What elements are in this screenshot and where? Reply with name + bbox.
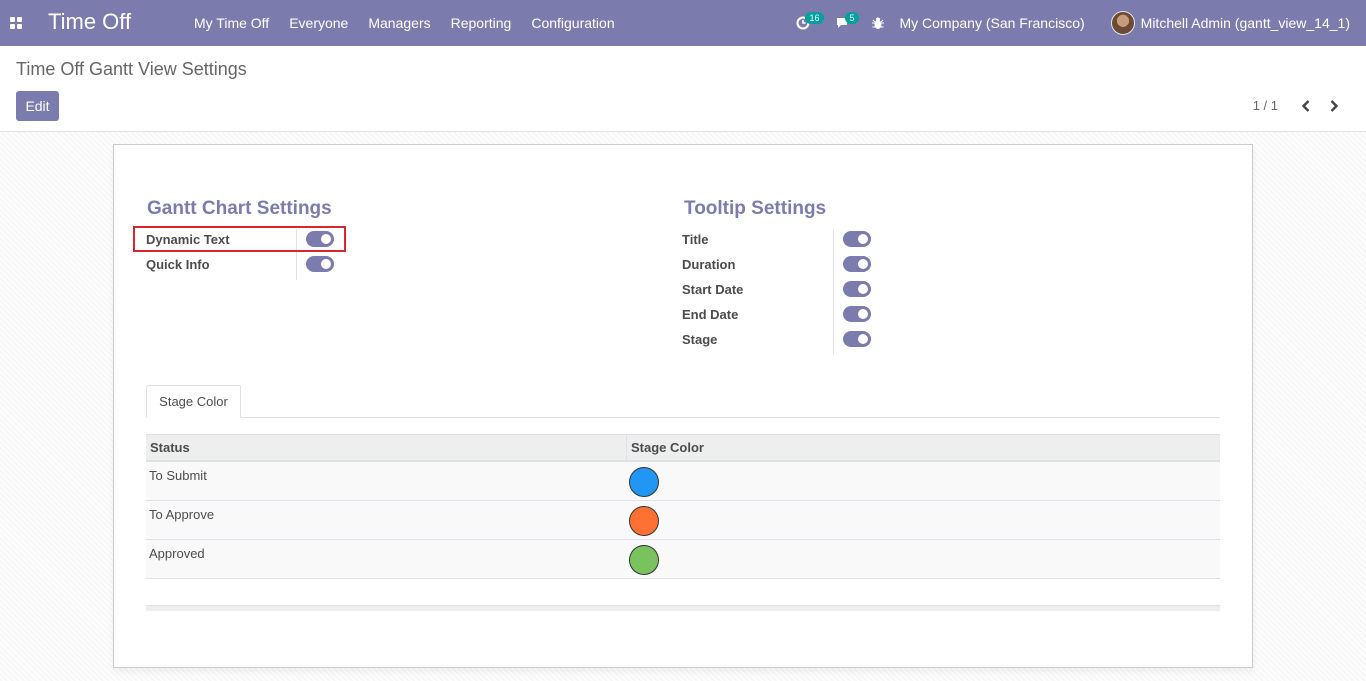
dynamic-text-highlight (133, 226, 346, 252)
quick-info-toggle[interactable] (306, 256, 334, 272)
app-title[interactable]: Time Off (48, 9, 131, 35)
tooltip-end-date-row: End Date (682, 302, 738, 327)
quick-info-label: Quick Info (146, 257, 210, 272)
menu-item-configuration[interactable]: Configuration (521, 0, 624, 46)
pager-value[interactable]: 1 / 1 (1253, 98, 1278, 113)
tooltip-title-toggle[interactable] (843, 231, 871, 247)
menu-item-everyone[interactable]: Everyone (279, 0, 358, 46)
chevron-right-icon (1330, 100, 1339, 112)
stage-color-swatch[interactable] (629, 467, 659, 497)
tooltip-start-date-toggle[interactable] (843, 281, 871, 297)
tooltip-title-label: Title (682, 232, 709, 247)
tooltip-settings-title: Tooltip Settings (684, 198, 827, 219)
stage-color-table: Status Stage Color To Submit To Approve … (146, 434, 1220, 579)
notebook-tabs: Stage Color (146, 385, 1220, 418)
messaging-menu[interactable]: 5 (823, 0, 863, 46)
column-header-stage-color[interactable]: Stage Color (627, 435, 704, 461)
main-menu: My Time Off Everyone Managers Reporting … (184, 0, 625, 46)
gantt-settings-title: Gantt Chart Settings (147, 198, 332, 219)
stage-color-swatch[interactable] (629, 506, 659, 536)
tooltip-duration-row: Duration (682, 252, 735, 277)
tooltip-start-date-label: Start Date (682, 282, 744, 297)
quick-info-label-row: Quick Info (146, 252, 210, 277)
systray: 16 5 My Company (San Francisco) Mitchell… (783, 0, 1366, 46)
table-row[interactable]: Approved (146, 540, 1220, 579)
tooltip-settings-divider (833, 229, 834, 355)
control-panel: Time Off Gantt View Settings Edit 1 / 1 (0, 46, 1366, 132)
edit-button[interactable]: Edit (16, 91, 59, 121)
tab-stage-color[interactable]: Stage Color (146, 385, 241, 418)
avatar (1110, 11, 1135, 35)
activity-menu[interactable]: 16 (783, 0, 824, 46)
table-row[interactable]: To Approve (146, 501, 1220, 540)
apps-menu-icon[interactable] (10, 17, 22, 29)
table-footer (146, 605, 1220, 611)
tooltip-stage-label: Stage (682, 332, 718, 347)
pager-previous-button[interactable] (1296, 96, 1316, 116)
tooltip-start-date-row: Start Date (682, 277, 743, 302)
pager-next-button[interactable] (1324, 96, 1344, 116)
breadcrumb: Time Off Gantt View Settings (16, 59, 247, 79)
user-name: Mitchell Admin (gantt_view_14_1) (1140, 15, 1350, 31)
tooltip-end-date-toggle[interactable] (843, 306, 871, 322)
debug-menu[interactable] (863, 0, 893, 46)
status-cell: To Approve (149, 507, 215, 522)
menu-item-my-time-off[interactable]: My Time Off (184, 0, 279, 46)
tooltip-stage-toggle[interactable] (843, 331, 871, 347)
tooltip-duration-toggle[interactable] (843, 256, 871, 272)
stage-color-swatch[interactable] (629, 545, 659, 575)
tooltip-stage-row: Stage (682, 327, 717, 352)
column-header-status[interactable]: Status (146, 435, 190, 461)
tooltip-title-row: Title (682, 227, 709, 252)
company-switcher[interactable]: My Company (San Francisco) (899, 15, 1084, 31)
activity-count-badge: 16 (805, 12, 824, 24)
status-cell: To Submit (149, 468, 207, 483)
user-menu[interactable]: Mitchell Admin (gantt_view_14_1) (1110, 11, 1350, 35)
chevron-left-icon (1301, 100, 1310, 112)
table-header: Status Stage Color (146, 434, 1220, 462)
table-row[interactable]: To Submit (146, 462, 1220, 501)
bug-icon (872, 17, 885, 29)
tooltip-duration-label: Duration (682, 257, 736, 272)
tooltip-end-date-label: End Date (682, 307, 739, 322)
status-cell: Approved (149, 546, 205, 561)
menu-item-managers[interactable]: Managers (358, 0, 440, 46)
message-count-badge: 5 (845, 12, 859, 24)
top-navbar: Time Off My Time Off Everyone Managers R… (0, 0, 1366, 46)
menu-item-reporting[interactable]: Reporting (441, 0, 522, 46)
